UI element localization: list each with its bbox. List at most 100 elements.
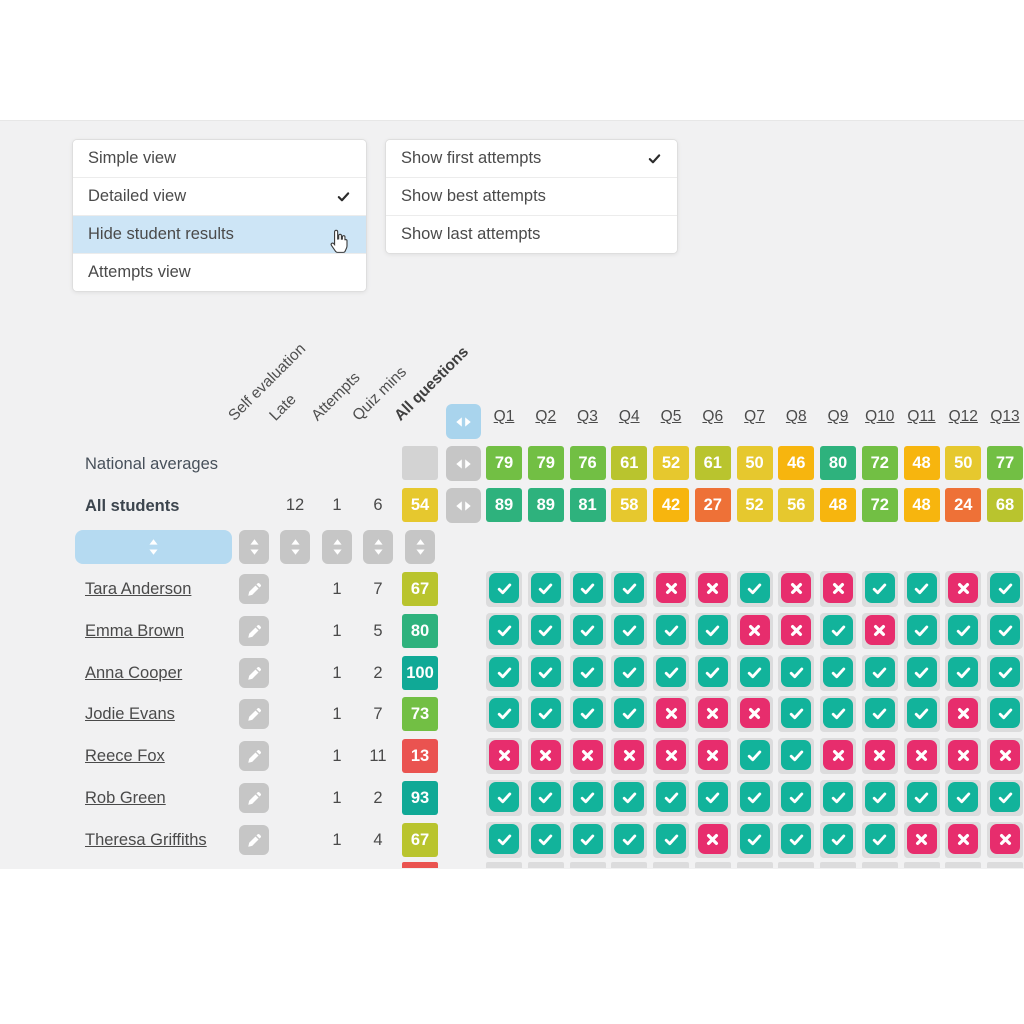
correct-answer-icon[interactable] (781, 698, 811, 728)
correct-answer-icon[interactable] (823, 657, 853, 687)
sort-self-evaluation-button[interactable] (239, 530, 269, 564)
incorrect-answer-icon[interactable] (698, 573, 728, 603)
incorrect-answer-icon[interactable] (865, 615, 895, 645)
correct-answer-icon[interactable] (907, 573, 937, 603)
correct-answer-icon[interactable] (698, 782, 728, 812)
correct-answer-icon[interactable] (489, 573, 519, 603)
attempts-menu-item-1[interactable]: Show best attempts (386, 177, 677, 215)
correct-answer-icon[interactable] (990, 698, 1020, 728)
correct-answer-icon[interactable] (573, 824, 603, 854)
incorrect-answer-icon[interactable] (823, 573, 853, 603)
incorrect-answer-icon[interactable] (948, 740, 978, 770)
question-header-link[interactable]: Q3 (566, 408, 610, 426)
incorrect-answer-icon[interactable] (573, 740, 603, 770)
correct-answer-icon[interactable] (573, 615, 603, 645)
student-name-link[interactable]: Rob Green (85, 789, 166, 807)
correct-answer-icon[interactable] (489, 782, 519, 812)
question-header-link[interactable]: Q12 (941, 408, 985, 426)
correct-answer-icon[interactable] (781, 824, 811, 854)
sort-all-questions-button[interactable] (405, 530, 435, 564)
incorrect-answer-icon[interactable] (907, 824, 937, 854)
correct-answer-icon[interactable] (948, 782, 978, 812)
correct-answer-icon[interactable] (740, 657, 770, 687)
correct-answer-icon[interactable] (990, 657, 1020, 687)
correct-answer-icon[interactable] (489, 615, 519, 645)
view-menu-item-0[interactable]: Simple view (73, 140, 366, 177)
correct-answer-icon[interactable] (656, 824, 686, 854)
self-evaluation-pencil-button[interactable] (239, 658, 269, 688)
correct-answer-icon[interactable] (781, 740, 811, 770)
student-name-link[interactable]: Theresa Griffiths (85, 831, 207, 849)
correct-answer-icon[interactable] (573, 698, 603, 728)
view-menu-item-2[interactable]: Hide student results (73, 215, 366, 253)
sort-quiz-mins-button[interactable] (363, 530, 393, 564)
student-name-link[interactable]: Anna Cooper (85, 664, 182, 682)
correct-answer-icon[interactable] (740, 573, 770, 603)
correct-answer-icon[interactable] (907, 657, 937, 687)
view-menu-item-1[interactable]: Detailed view (73, 177, 366, 215)
correct-answer-icon[interactable] (573, 782, 603, 812)
correct-answer-icon[interactable] (865, 782, 895, 812)
correct-answer-icon[interactable] (489, 824, 519, 854)
incorrect-answer-icon[interactable] (781, 615, 811, 645)
correct-answer-icon[interactable] (740, 824, 770, 854)
correct-answer-icon[interactable] (531, 824, 561, 854)
correct-answer-icon[interactable] (614, 698, 644, 728)
incorrect-answer-icon[interactable] (781, 573, 811, 603)
correct-answer-icon[interactable] (865, 657, 895, 687)
self-evaluation-pencil-button[interactable] (239, 616, 269, 646)
question-header-link[interactable]: Q10 (858, 408, 902, 426)
student-name-link[interactable]: Reece Fox (85, 747, 165, 765)
correct-answer-icon[interactable] (531, 782, 561, 812)
question-header-link[interactable]: Q6 (691, 408, 735, 426)
self-evaluation-pencil-button[interactable] (239, 825, 269, 855)
correct-answer-icon[interactable] (907, 698, 937, 728)
correct-answer-icon[interactable] (823, 782, 853, 812)
correct-answer-icon[interactable] (740, 782, 770, 812)
incorrect-answer-icon[interactable] (656, 698, 686, 728)
correct-answer-icon[interactable] (740, 740, 770, 770)
expand-row-button[interactable] (446, 446, 481, 481)
incorrect-answer-icon[interactable] (948, 698, 978, 728)
incorrect-answer-icon[interactable] (907, 740, 937, 770)
incorrect-answer-icon[interactable] (614, 740, 644, 770)
student-name-link[interactable]: Tara Anderson (85, 580, 191, 598)
incorrect-answer-icon[interactable] (948, 824, 978, 854)
incorrect-answer-icon[interactable] (948, 573, 978, 603)
question-header-link[interactable]: Q5 (649, 408, 693, 426)
correct-answer-icon[interactable] (781, 782, 811, 812)
correct-answer-icon[interactable] (865, 824, 895, 854)
self-evaluation-pencil-button[interactable] (239, 699, 269, 729)
correct-answer-icon[interactable] (489, 657, 519, 687)
correct-answer-icon[interactable] (907, 782, 937, 812)
correct-answer-icon[interactable] (489, 698, 519, 728)
self-evaluation-pencil-button[interactable] (239, 783, 269, 813)
correct-answer-icon[interactable] (698, 615, 728, 645)
sort-late-button[interactable] (280, 530, 310, 564)
expand-questions-button[interactable] (446, 404, 481, 439)
incorrect-answer-icon[interactable] (823, 740, 853, 770)
correct-answer-icon[interactable] (823, 824, 853, 854)
incorrect-answer-icon[interactable] (990, 740, 1020, 770)
correct-answer-icon[interactable] (614, 782, 644, 812)
attempts-menu-item-0[interactable]: Show first attempts (386, 140, 677, 177)
question-header-link[interactable]: Q1 (482, 408, 526, 426)
question-header-link[interactable]: Q11 (900, 408, 944, 426)
student-name-link[interactable]: Emma Brown (85, 622, 184, 640)
correct-answer-icon[interactable] (531, 573, 561, 603)
question-header-link[interactable]: Q13 (983, 408, 1024, 426)
correct-answer-icon[interactable] (990, 782, 1020, 812)
incorrect-answer-icon[interactable] (740, 615, 770, 645)
correct-answer-icon[interactable] (614, 615, 644, 645)
incorrect-answer-icon[interactable] (698, 740, 728, 770)
correct-answer-icon[interactable] (907, 615, 937, 645)
self-evaluation-pencil-button[interactable] (239, 574, 269, 604)
correct-answer-icon[interactable] (531, 698, 561, 728)
incorrect-answer-icon[interactable] (656, 573, 686, 603)
correct-answer-icon[interactable] (948, 615, 978, 645)
correct-answer-icon[interactable] (656, 615, 686, 645)
correct-answer-icon[interactable] (656, 657, 686, 687)
correct-answer-icon[interactable] (823, 698, 853, 728)
self-evaluation-pencil-button[interactable] (239, 741, 269, 771)
correct-answer-icon[interactable] (531, 615, 561, 645)
